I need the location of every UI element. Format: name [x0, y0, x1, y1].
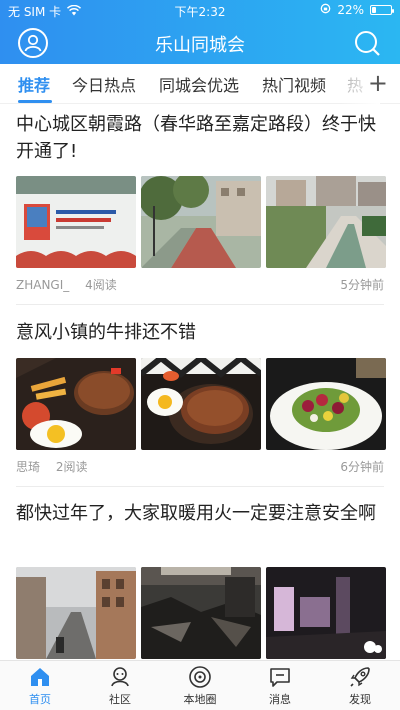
post-meta: 思琦 2阅读 6分钟前: [16, 458, 384, 475]
post-time: 5分钟前: [340, 278, 384, 292]
add-tab-button[interactable]: +: [368, 69, 388, 97]
home-icon: [10, 665, 70, 689]
tab-hot-videos[interactable]: 热门视频: [262, 72, 326, 96]
nav-community[interactable]: 社区: [90, 665, 150, 707]
divider: [16, 486, 384, 487]
post-meta: ZHANGI_ 4阅读 5分钟前: [16, 276, 384, 293]
battery-icon: [370, 5, 394, 15]
status-bar: 无 SIM 卡 下午2:32 22%: [0, 0, 400, 20]
nav-home-label: 首页: [29, 693, 51, 706]
rocket-icon: [330, 665, 390, 689]
page-title: 乐山同城会: [155, 35, 245, 56]
news-feed[interactable]: 中心城区朝霞路（春华路至嘉定路段）终于快开通了! ZHANGI_ 4阅读 5分钟…: [0, 104, 400, 660]
street-scene-photo[interactable]: [16, 567, 136, 659]
post-author: 思琦: [16, 460, 41, 474]
sizzling-steak-photo[interactable]: [141, 358, 261, 450]
steak-plate-photo[interactable]: [16, 358, 136, 450]
burnt-debris-photo[interactable]: [141, 567, 261, 659]
nav-local-circle-label: 本地圈: [183, 693, 217, 706]
nav-row: 乐山同城会: [0, 22, 400, 62]
tab-today-hot[interactable]: 今日热点: [72, 72, 136, 96]
post-reads: 2阅读: [55, 460, 88, 474]
rotation-lock-icon: [320, 3, 331, 17]
construction-hoarding-photo[interactable]: [16, 176, 136, 268]
tab-recommend[interactable]: 推荐: [18, 72, 50, 96]
post-title[interactable]: 意风小镇的牛排还不错: [16, 319, 386, 346]
category-tabs: 推荐 今日热点 同城会优选 热门视频 热 +: [0, 64, 400, 104]
nav-home[interactable]: 首页: [10, 665, 70, 707]
search-icon[interactable]: [352, 28, 382, 58]
nav-discover-label: 发现: [349, 693, 371, 706]
nav-discover[interactable]: 发现: [330, 665, 390, 707]
burnt-room-photo[interactable]: [266, 567, 386, 659]
top-header: 无 SIM 卡 下午2:32 22% 乐山同城会: [0, 0, 400, 64]
divider: [16, 304, 384, 305]
nav-local-circle[interactable]: 本地圈: [170, 665, 230, 707]
post-time: 6分钟前: [340, 460, 384, 474]
post-author: ZHANGI_: [16, 278, 70, 292]
nav-messages-label: 消息: [269, 693, 291, 706]
app-screen: 无 SIM 卡 下午2:32 22% 乐山同城会 推荐 今日热点 同城会优选 热…: [0, 0, 400, 710]
river-road-photo[interactable]: [266, 176, 386, 268]
battery-percent: 22%: [337, 3, 364, 17]
message-icon: [250, 665, 310, 689]
nav-messages[interactable]: 消息: [250, 665, 310, 707]
nav-community-label: 社区: [109, 693, 131, 706]
post-reads: 4阅读: [85, 278, 117, 292]
local-circle-icon: [170, 665, 230, 689]
active-tab-indicator: [18, 100, 52, 103]
tab-city-picks[interactable]: 同城会优选: [159, 72, 239, 96]
community-icon: [90, 665, 150, 689]
post-title[interactable]: 中心城区朝霞路（春华路至嘉定路段）终于快开通了!: [16, 111, 386, 165]
post-title[interactable]: 都快过年了，大家取暖用火一定要注意安全啊: [16, 500, 386, 527]
tree-lined-road-photo[interactable]: [141, 176, 261, 268]
bottom-nav: 首页 社区 本地圈 消息 发现: [0, 660, 400, 710]
salad-plate-photo[interactable]: [266, 358, 386, 450]
